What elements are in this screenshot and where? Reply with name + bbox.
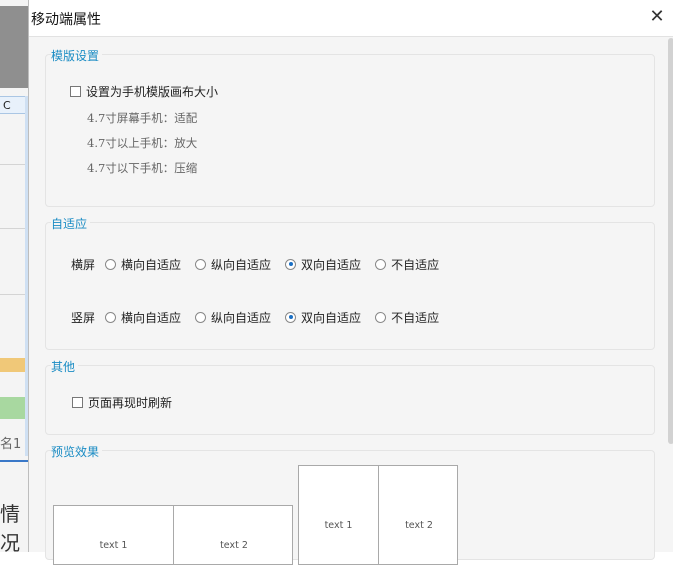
vertical-scrollbar[interactable] bbox=[668, 38, 673, 444]
portrait-preview-cell: text 2 bbox=[379, 466, 459, 564]
preview-cell-text: text 1 bbox=[99, 540, 128, 551]
landscape-preview: text 1 text 2 bbox=[53, 505, 293, 565]
preview-cell-text: text 1 bbox=[324, 520, 353, 531]
mobile-properties-dialog: 移动端属性 ✕ 模版设置 设置为手机模版画布大小 4.7寸屏幕手机：适配 4.7… bbox=[28, 0, 673, 565]
other-legend: 其他 bbox=[51, 358, 79, 375]
portrait-label: 竖屏 bbox=[71, 310, 96, 325]
portrait-adaptive-row: 竖屏 横向自适应 纵向自适应 双向自适应 不自适应 bbox=[71, 309, 453, 325]
option-label: 双向自适应 bbox=[301, 310, 362, 325]
refresh-on-reappear-checkbox-row[interactable]: 页面再现时刷新 bbox=[72, 394, 172, 411]
option-label: 不自适应 bbox=[391, 310, 440, 325]
preview-cell-text: text 2 bbox=[220, 540, 248, 551]
preview-legend: 预览效果 bbox=[51, 443, 103, 460]
radio-button-selected[interactable] bbox=[285, 311, 297, 323]
background-column-header: C bbox=[0, 96, 28, 114]
adaptive-legend: 自适应 bbox=[51, 215, 91, 232]
radio-button[interactable] bbox=[195, 311, 207, 323]
landscape-label: 横屏 bbox=[71, 257, 96, 272]
template-settings-legend: 模版设置 bbox=[51, 47, 103, 64]
option-label: 不自适应 bbox=[391, 257, 440, 272]
radio-button[interactable] bbox=[195, 258, 207, 270]
preview-cell-text: text 2 bbox=[405, 520, 433, 531]
mobile-canvas-size-checkbox-row[interactable]: 设置为手机模版画布大小 bbox=[70, 83, 218, 100]
template-note: 4.7寸以下手机：压缩 bbox=[87, 161, 198, 175]
landscape-preview-cell: text 2 bbox=[174, 506, 294, 564]
background-gray-area bbox=[0, 6, 28, 88]
landscape-option-horizontal[interactable]: 横向自适应 bbox=[105, 256, 181, 273]
portrait-preview: text 1 text 2 bbox=[298, 465, 458, 565]
option-label: 横向自适应 bbox=[121, 310, 182, 325]
option-label: 纵向自适应 bbox=[211, 310, 272, 325]
radio-button[interactable] bbox=[105, 258, 117, 270]
dialog-titlebar: 移动端属性 ✕ bbox=[29, 0, 673, 37]
radio-button-selected[interactable] bbox=[285, 258, 297, 270]
close-icon[interactable]: ✕ bbox=[646, 6, 668, 28]
refresh-on-reappear-label: 页面再现时刷新 bbox=[88, 396, 173, 410]
adaptive-group bbox=[45, 222, 655, 350]
portrait-option-none[interactable]: 不自适应 bbox=[375, 309, 439, 326]
option-label: 横向自适应 bbox=[121, 257, 182, 272]
template-note: 4.7寸屏幕手机：适配 bbox=[87, 111, 198, 125]
background-orange-row bbox=[0, 358, 28, 372]
portrait-preview-cell: text 1 bbox=[299, 466, 379, 564]
template-note: 4.7寸以上手机：放大 bbox=[87, 136, 198, 150]
mobile-canvas-size-checkbox[interactable] bbox=[70, 86, 81, 97]
template-settings-group bbox=[45, 54, 655, 207]
landscape-preview-cell: text 1 bbox=[54, 506, 174, 564]
radio-button[interactable] bbox=[375, 258, 387, 270]
landscape-option-both[interactable]: 双向自适应 bbox=[285, 256, 361, 273]
background-text: 情况 bbox=[0, 502, 20, 552]
option-label: 纵向自适应 bbox=[211, 257, 272, 272]
portrait-option-both[interactable]: 双向自适应 bbox=[285, 309, 361, 326]
dialog-title: 移动端属性 bbox=[31, 12, 101, 28]
radio-button[interactable] bbox=[105, 311, 117, 323]
background-divider bbox=[0, 164, 28, 165]
refresh-on-reappear-checkbox[interactable] bbox=[72, 397, 83, 408]
radio-button[interactable] bbox=[375, 311, 387, 323]
background-divider bbox=[0, 228, 28, 229]
background-app-panel: C 名1 情况 bbox=[0, 0, 28, 552]
landscape-adaptive-row: 横屏 横向自适应 纵向自适应 双向自适应 不自适应 bbox=[71, 256, 453, 272]
background-green-row bbox=[0, 397, 28, 419]
landscape-option-none[interactable]: 不自适应 bbox=[375, 256, 439, 273]
portrait-option-vertical[interactable]: 纵向自适应 bbox=[195, 309, 271, 326]
option-label: 双向自适应 bbox=[301, 257, 362, 272]
background-divider bbox=[0, 294, 28, 295]
background-name-cell: 名1 bbox=[0, 428, 28, 462]
landscape-option-vertical[interactable]: 纵向自适应 bbox=[195, 256, 271, 273]
mobile-canvas-size-label: 设置为手机模版画布大小 bbox=[86, 85, 219, 99]
portrait-option-horizontal[interactable]: 横向自适应 bbox=[105, 309, 181, 326]
